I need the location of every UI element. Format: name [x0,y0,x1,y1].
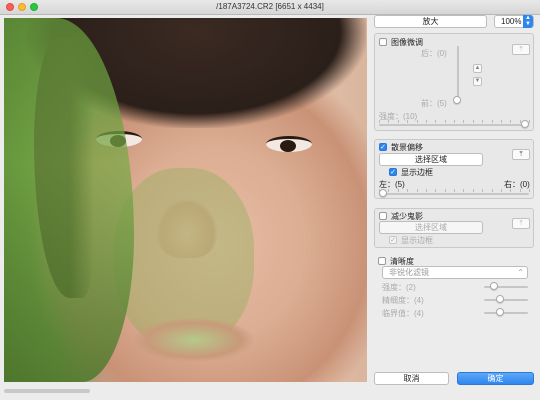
slider-tick [500,189,502,192]
bokeh-show-border-label: 显示边框 [401,168,433,177]
front-label: 前：(5) [421,99,447,108]
slider-tick [397,189,399,192]
bokeh-offset-title: 散景偏移 [391,143,423,152]
slider-tick [482,189,484,192]
strength-track[interactable] [379,120,530,126]
slider-tick [472,120,474,123]
select-chevron-icon: ⌃ [517,268,524,277]
sharpness-fineness-label: 精细度：(4) [382,296,424,305]
image-fine-tune-reset-icon[interactable]: ⤒ [512,44,530,55]
slider-tick [529,120,530,123]
slider-tick [435,120,437,123]
zoom-in-button[interactable]: 放大 [374,15,487,28]
image-preview[interactable] [4,18,367,382]
depth-slider-knob[interactable] [453,96,461,104]
sharpness-mode-value: 非锐化滤镜 [389,268,429,277]
image-fine-tune-checkbox[interactable] [379,38,387,46]
slider-tick [407,120,409,123]
sharpness-threshold-track[interactable] [484,312,528,314]
slider-tick [463,120,465,123]
slider-tick [519,189,521,192]
ok-button[interactable]: 确定 [457,372,534,385]
slider-tick [388,189,390,192]
zoom-select[interactable]: 100% ▲ ▼ [494,15,534,28]
depth-up-icon[interactable]: ▲ [473,64,482,73]
sharpness-threshold-label: 临界值：(4) [382,309,424,318]
slider-tick [500,120,502,123]
strength-slider-knob[interactable] [521,120,529,128]
slider-tick [444,189,446,192]
slider-tick [454,189,455,192]
reduce-ghosting-group: 减少鬼影 ⤒ 选择区域 ✓ 显示边框 [374,208,534,248]
offset-slider-knob[interactable] [379,189,387,197]
slider-tick [463,189,465,192]
reduce-ghosting-checkbox[interactable] [379,212,387,220]
slider-tick [529,189,530,192]
slider-tick [444,120,446,123]
ghosting-show-border-checkbox[interactable]: ✓ [389,236,397,244]
ghosting-show-border-label: 显示边框 [401,236,433,245]
preview-horizontal-scrollbar[interactable] [4,389,90,393]
slider-tick [416,189,418,192]
slider-tick [454,120,455,123]
ghosting-select-area-button[interactable]: 选择区域 [379,221,483,234]
slider-tick [416,120,418,123]
slider-tick [510,120,512,123]
reduce-ghosting-reset-icon[interactable]: ⤒ [512,218,530,229]
slider-tick [491,120,493,123]
zoom-stepper-icon: ▲ ▼ [523,15,533,28]
sharpness-checkbox[interactable] [378,257,386,265]
slider-tick [510,189,512,192]
depth-down-icon[interactable]: ▼ [473,77,482,86]
bokeh-show-border-checkbox[interactable]: ✓ [389,168,397,176]
cancel-button[interactable]: 取消 [374,372,449,385]
sharpness-mode-select[interactable]: 非锐化滤镜 ⌃ [382,266,528,279]
slider-tick [379,120,380,123]
bokeh-select-area-button[interactable]: 选择区域 [379,153,483,166]
preview-lips [134,318,254,362]
title-bar: /187A3724.CR2 [6651 x 4434] [0,0,540,15]
right-offset-label: 右：(0) [504,180,530,189]
bokeh-offset-checkbox[interactable]: ✓ [379,143,387,151]
slider-tick [472,189,474,192]
slider-tick [435,189,437,192]
sharpness-fineness-knob[interactable] [496,295,504,303]
bokeh-offset-group: ✓ 散景偏移 ⤒ 选择区域 ✓ 显示边框 左：(5) 右：(0) [374,139,534,199]
sharpness-strength-knob[interactable] [490,282,498,290]
image-fine-tune-title: 图像微调 [391,38,423,47]
slider-tick [388,120,390,123]
preview-right-eye [266,136,312,152]
sharpness-strength-label: 强度：(2) [382,283,416,292]
sharpness-fineness-track[interactable] [484,299,528,301]
window-title: /187A3724.CR2 [6651 x 4434] [216,2,324,11]
slider-tick [491,189,493,192]
sharpness-threshold-knob[interactable] [496,308,504,316]
slider-tick [425,120,427,123]
slider-tick [425,189,427,192]
dialog-window: /187A3724.CR2 [6651 x 4434] 放大 100% ▲ ▼ 图… [0,0,540,400]
slider-tick [397,120,399,123]
image-fine-tune-group: 图像微调 ⤒ 后：(0) ▲ ▼ 前：(5) 强度：(10) [374,33,534,131]
slider-tick [482,120,484,123]
offset-track[interactable] [379,189,530,195]
zoom-value: 100% [501,17,522,26]
behind-label: 后：(0) [421,49,447,58]
depth-vertical-track[interactable] [457,46,459,100]
slider-tick [407,189,409,192]
bokeh-offset-reset-icon[interactable]: ⤒ [512,149,530,160]
